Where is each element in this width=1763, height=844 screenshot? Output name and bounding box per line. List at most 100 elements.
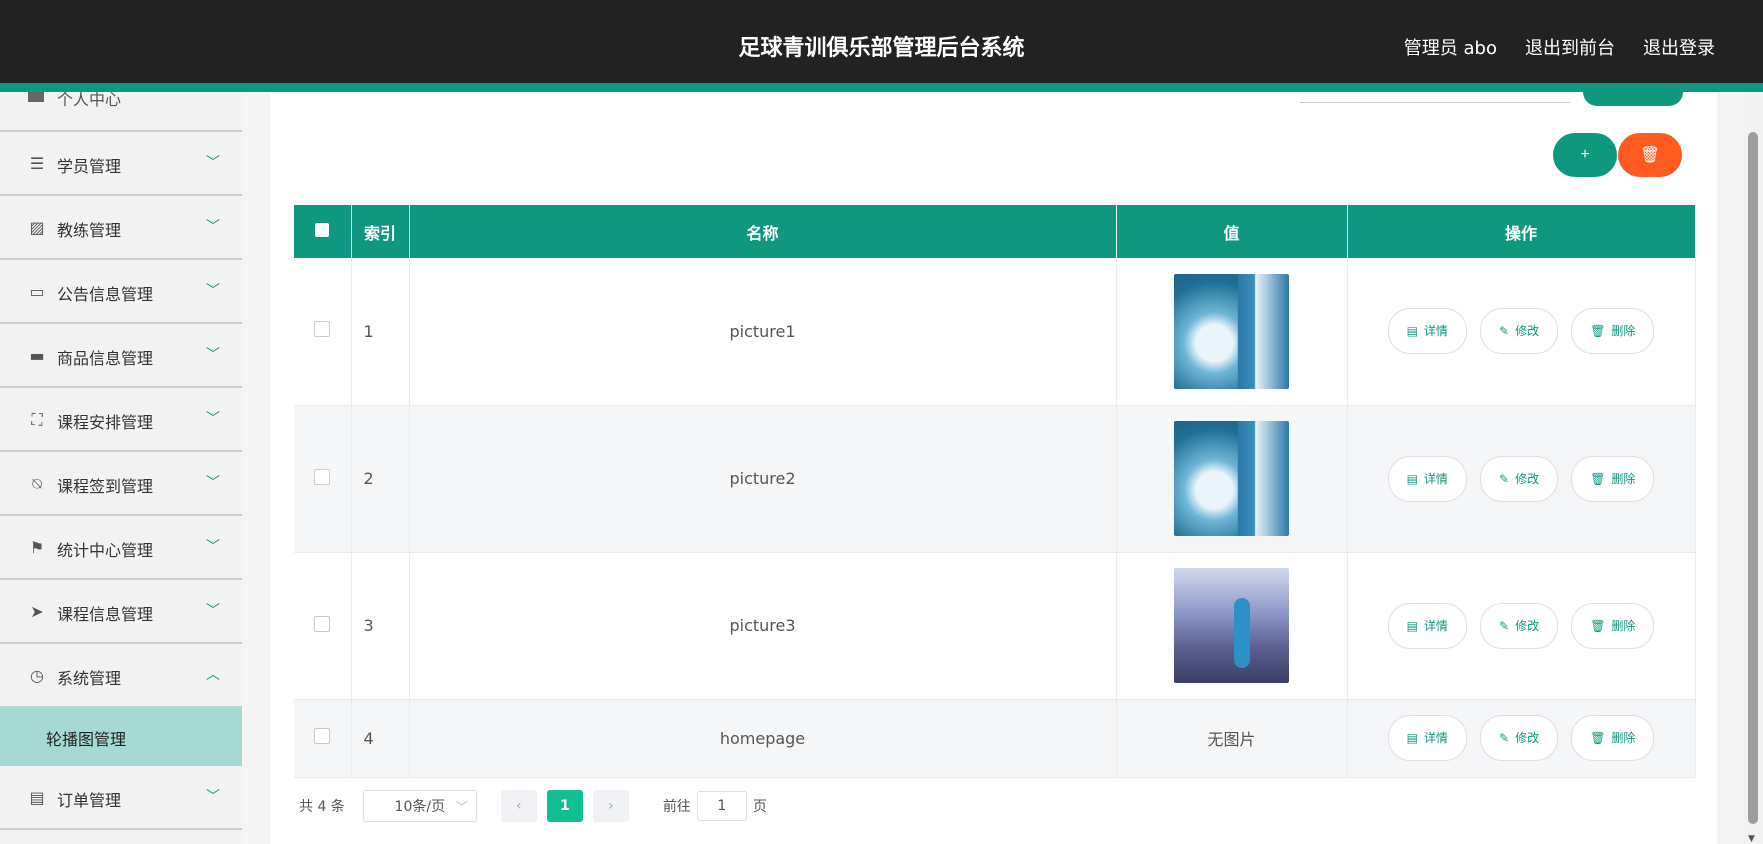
delete-label: 删除 [1611,618,1636,633]
sidebar-item-coaches[interactable]: ▨ 教练管理 ﹀ [0,196,242,260]
edit-label: 修改 [1515,731,1540,745]
chevron-down-icon: ﹀ [206,155,220,171]
edit-label: 修改 [1515,618,1540,633]
sidebar-subitem-carousel[interactable]: 轮播图管理 [0,708,242,766]
select-all-checkbox[interactable] [315,223,330,237]
user-icon [28,92,44,102]
send-icon: ➤ [30,602,44,621]
delete-button[interactable]: 🗑 删除 [1571,602,1655,649]
sidebar-item-students[interactable]: ☰ 学员管理 ﹀ [0,132,242,196]
col-name: 名称 [409,205,1117,258]
wallet-icon: ▤ [29,788,45,807]
sidebar: 个人中心 ☰ 学员管理 ﹀ ▨ 教练管理 ﹀ ▭ 公告信息管理 ﹀ ▬ 商品信息… [0,92,242,844]
row-actions: ▤ 详情 ✎ 修改 🗑 删除 [1347,258,1696,406]
admin-user-link[interactable]: 管理员 abo [1404,34,1497,60]
sidebar-item-courses[interactable]: ➤ 课程信息管理 ﹀ [0,580,242,644]
prev-page-button[interactable]: ‹ [500,790,537,822]
detail-button[interactable]: ▤ 详情 [1387,602,1467,649]
row-index: 2 [351,405,410,553]
col-value: 值 [1116,205,1348,258]
detail-button[interactable]: ▤ 详情 [1387,715,1467,761]
col-actions: 操作 [1347,205,1696,258]
search-button[interactable] [1583,92,1683,106]
sidebar-item-products[interactable]: ▬ 商品信息管理 ﹀ [0,324,242,388]
search-input[interactable] [1300,102,1570,103]
goto-page-input[interactable] [696,791,747,821]
sidebar-subitem-label: 轮播图管理 [46,730,127,749]
page-size-value: 10条/页 [394,799,446,815]
chevron-down-icon: ﹀ [206,283,220,299]
sidebar-item-checkin[interactable]: ⍉ 课程签到管理 ﹀ [0,452,242,516]
sidebar-item-label: 系统管理 [57,669,122,688]
scrollbar-thumb[interactable] [1748,132,1758,824]
detail-label: 详情 [1423,471,1448,486]
chevron-down-icon: ﹀ [206,789,220,805]
chevron-down-icon: ﹀ [206,475,220,491]
sidebar-item-statistics[interactable]: ⚑ 统计中心管理 ﹀ [0,516,242,580]
detail-label: 详情 [1423,324,1448,339]
edit-label: 修改 [1515,471,1540,486]
header-links: 管理员 abo 退出到前台 退出登录 [1404,34,1715,60]
row-checkbox[interactable] [314,728,331,744]
detail-button[interactable]: ▤ 详情 [1387,308,1467,355]
carousel-image [1174,421,1289,536]
row-actions: ▤ 详情 ✎ 修改 🗑 删除 [1347,405,1696,553]
row-select-cell [294,552,352,700]
total-count: 共 4 条 [299,799,345,815]
scrollbar[interactable]: ▼ [1743,92,1763,844]
trash-icon: 🗑 [1590,471,1606,486]
sidebar-item-label: 课程签到管理 [57,477,154,496]
edit-button[interactable]: ✎ 修改 [1480,455,1559,502]
clock-icon: ◷ [30,666,44,685]
row-value [1116,258,1348,406]
page-number-current[interactable]: 1 [546,790,583,822]
row-checkbox[interactable] [314,615,331,632]
chevron-up-icon: ︿ [206,667,220,683]
delete-label: 删除 [1611,731,1636,745]
edit-button[interactable]: ✎ 修改 [1480,308,1559,355]
edit-button[interactable]: ✎ 修改 [1480,602,1559,649]
chevron-left-icon: ‹ [516,798,522,814]
row-checkbox[interactable] [314,468,331,485]
back-to-front-link[interactable]: 退出到前台 [1525,34,1615,60]
row-select-cell [294,405,352,553]
carousel-image [1174,568,1289,683]
logout-link[interactable]: 退出登录 [1643,34,1715,60]
sidebar-item-label: 订单管理 [57,791,122,810]
sidebar-item-profile[interactable]: 个人中心 [0,92,242,132]
delete-button[interactable]: 🗑 删除 [1571,715,1655,761]
row-select-cell [294,699,352,778]
table-row: 3 picture3 ▤ 详情 ✎ 修改 🗑 删除 [294,552,1696,700]
sidebar-item-label: 公告信息管理 [57,285,154,304]
page-size-select[interactable]: 10条/页 ﹀ [362,790,477,822]
delete-label: 删除 [1611,324,1636,339]
edit-label: 修改 [1515,324,1540,339]
detail-label: 详情 [1423,731,1448,745]
next-page-button[interactable]: › [592,790,629,822]
trash-icon: 🗑 [1590,618,1606,633]
pencil-icon: ✎ [1499,731,1510,745]
row-name: picture1 [409,258,1117,406]
batch-delete-button[interactable]: 🗑 [1618,133,1682,177]
row-select-cell [294,258,352,406]
sidebar-item-notices[interactable]: ▭ 公告信息管理 ﹀ [0,260,242,324]
delete-button[interactable]: 🗑 删除 [1571,308,1655,355]
sidebar-item-orders[interactable]: ▤ 订单管理 ﹀ [0,766,242,830]
sidebar-item-schedule[interactable]: ⛶ 课程安排管理 ﹀ [0,388,242,452]
row-checkbox[interactable] [314,321,331,338]
row-index: 4 [351,699,410,778]
row-value [1116,552,1348,700]
monitor-icon: ▭ [29,282,45,301]
pencil-icon: ✎ [1499,618,1510,633]
document-icon: ▤ [1406,731,1418,745]
detail-button[interactable]: ▤ 详情 [1387,455,1467,502]
chevron-right-icon: › [608,798,614,814]
sidebar-item-system[interactable]: ◷ 系统管理 ︿ [0,644,242,708]
sidebar-item-label: 课程信息管理 [57,605,154,624]
row-value [1116,405,1348,553]
scroll-down-icon[interactable]: ▼ [1748,834,1755,844]
add-button[interactable]: + [1553,133,1617,177]
edit-button[interactable]: ✎ 修改 [1480,715,1559,761]
chevron-down-icon: ﹀ [455,799,468,814]
delete-button[interactable]: 🗑 删除 [1571,455,1655,502]
